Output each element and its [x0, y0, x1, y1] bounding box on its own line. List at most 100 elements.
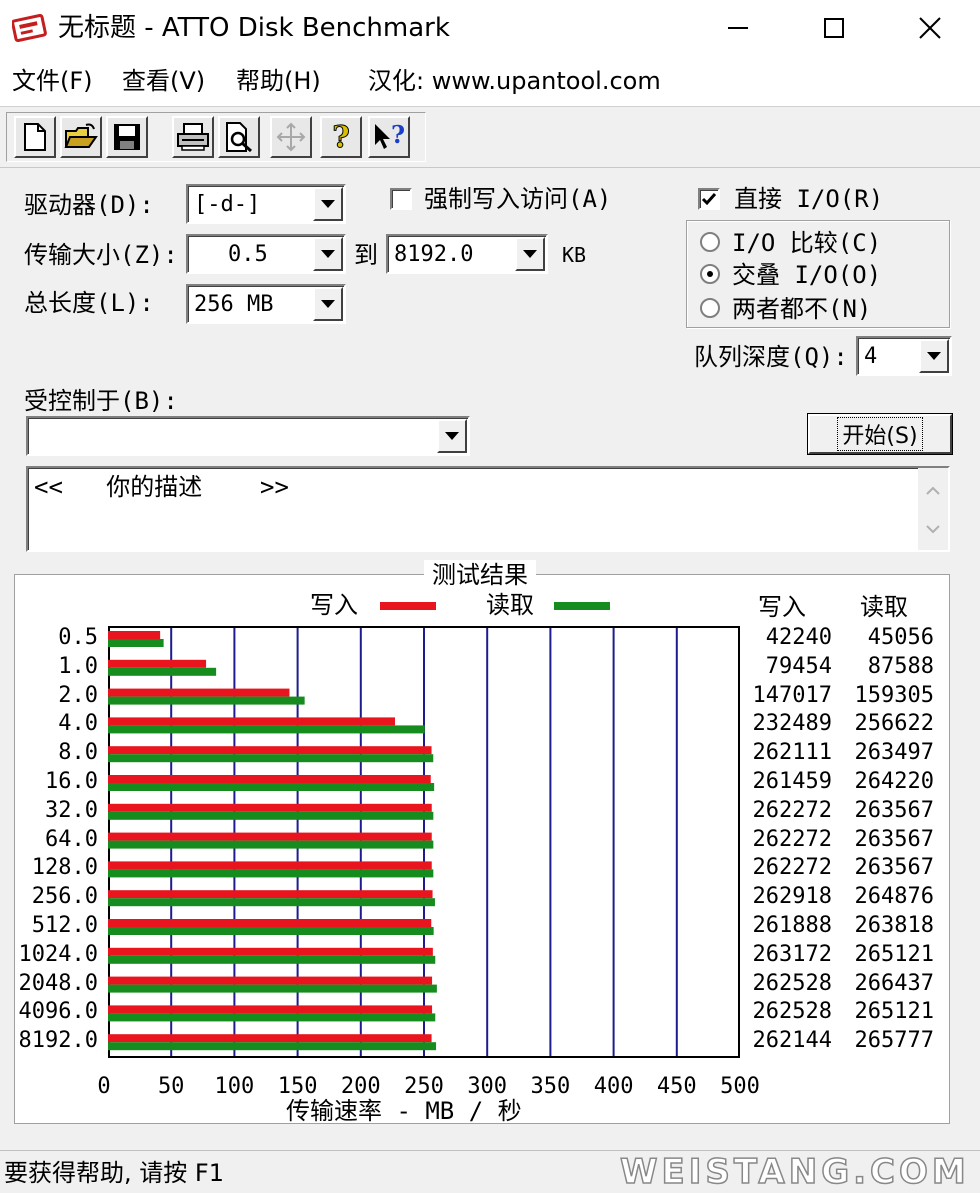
- menu-localization[interactable]: 汉化: www.upantool.com: [368, 64, 661, 98]
- x-tick-label: 500: [710, 1074, 770, 1100]
- read-bar: [108, 697, 305, 705]
- help-button[interactable]: ?: [320, 116, 362, 158]
- write-bar: [108, 861, 432, 869]
- write-value: 262528: [740, 970, 832, 998]
- total-length-value: 256 MB: [194, 286, 273, 322]
- menu-help[interactable]: 帮助(H): [236, 64, 321, 98]
- transfer-size-label: 1024.0: [0, 941, 98, 969]
- x-tick-label: 50: [141, 1074, 201, 1100]
- write-value: 262528: [740, 998, 832, 1026]
- help-icon: ?: [329, 121, 353, 153]
- context-help-icon: ?: [372, 121, 406, 153]
- transfer-size-label: 256.0: [0, 883, 98, 911]
- start-button[interactable]: 开始(S): [808, 414, 952, 454]
- write-value: 262272: [740, 854, 832, 882]
- read-bar: [108, 956, 435, 964]
- save-icon: [112, 122, 142, 152]
- window-title: 无标题 - ATTO Disk Benchmark: [58, 12, 450, 44]
- write-bar: [108, 689, 289, 697]
- read-value: 266437: [840, 970, 934, 998]
- watermark: WEISTANG.COM: [620, 1152, 970, 1192]
- description-text: << 你的描述 >>: [34, 472, 289, 502]
- new-icon: [22, 122, 48, 152]
- transfer-size-label: 8192.0: [0, 1027, 98, 1055]
- write-bar: [108, 833, 432, 841]
- write-value: 262144: [740, 1027, 832, 1055]
- total-length-combo[interactable]: 256 MB: [186, 284, 346, 324]
- controlled-by-combo[interactable]: [26, 416, 470, 456]
- close-button[interactable]: [900, 6, 960, 50]
- queue-depth-dropdown-button[interactable]: [919, 339, 949, 373]
- transfer-size-label: 4.0: [0, 710, 98, 738]
- x-tick-label: 100: [204, 1074, 264, 1100]
- read-value: 87588: [840, 653, 934, 681]
- transfer-size-label: 32.0: [0, 797, 98, 825]
- transfer-to-value: 8192.0: [394, 236, 473, 272]
- write-value: 262111: [740, 739, 832, 767]
- read-value: 256622: [840, 710, 934, 738]
- force-write-checkbox[interactable]: [390, 188, 412, 210]
- x-tick-label: 350: [520, 1074, 580, 1100]
- check-icon: [700, 190, 718, 208]
- menu-file[interactable]: 文件(F): [12, 64, 93, 98]
- read-bar: [108, 812, 433, 820]
- write-value: 262272: [740, 826, 832, 854]
- read-value: 263567: [840, 797, 934, 825]
- total-length-dropdown-button[interactable]: [313, 287, 343, 321]
- transfer-to-combo[interactable]: 8192.0: [386, 234, 548, 274]
- read-value: 45056: [840, 624, 934, 652]
- drive-dropdown-button[interactable]: [313, 187, 343, 221]
- total-length-label: 总长度(L):: [24, 288, 154, 318]
- radio-overlap-io[interactable]: [700, 264, 720, 284]
- write-bar: [108, 919, 431, 927]
- transfer-from-combo[interactable]: 0.5: [186, 234, 346, 274]
- radio-io-compare[interactable]: [700, 232, 720, 252]
- radio-io-compare-label: I/O 比较(C): [732, 228, 881, 258]
- controlled-by-dropdown-button[interactable]: [437, 419, 467, 453]
- legend-read-label: 读取: [486, 590, 534, 620]
- write-bar: [108, 717, 395, 725]
- minimize-icon: [726, 16, 750, 40]
- transfer-size-label: 2.0: [0, 682, 98, 710]
- transfer-size-label: 传输大小(Z):: [24, 240, 178, 270]
- move-button[interactable]: [270, 116, 312, 158]
- svg-text:?: ?: [391, 121, 405, 149]
- new-button[interactable]: [14, 116, 56, 158]
- description-textarea[interactable]: << 你的描述 >>: [26, 466, 950, 552]
- read-bar: [108, 754, 433, 762]
- transfer-size-label: 2048.0: [0, 970, 98, 998]
- status-text: 要获得帮助, 请按 F1: [4, 1158, 224, 1188]
- description-scrollbar[interactable]: [918, 468, 948, 550]
- open-button[interactable]: [60, 116, 102, 158]
- results-title: 测试结果: [424, 560, 536, 590]
- x-tick-label: 450: [647, 1074, 707, 1100]
- print-preview-button[interactable]: [218, 116, 260, 158]
- transfer-size-label: 8.0: [0, 739, 98, 767]
- transfer-from-dropdown-button[interactable]: [313, 237, 343, 271]
- queue-depth-label: 队列深度(Q):: [694, 342, 848, 372]
- menu-view[interactable]: 查看(V): [122, 64, 205, 98]
- minimize-button[interactable]: [708, 6, 768, 50]
- transfer-to-dropdown-button[interactable]: [515, 237, 545, 271]
- context-help-button[interactable]: ?: [368, 116, 410, 158]
- x-tick-label: 400: [584, 1074, 644, 1100]
- write-bar: [108, 948, 433, 956]
- print-button[interactable]: [172, 116, 214, 158]
- drive-combo[interactable]: [-d-]: [186, 184, 346, 224]
- open-icon: [64, 123, 98, 151]
- radio-neither[interactable]: [700, 298, 720, 318]
- save-button[interactable]: [106, 116, 148, 158]
- queue-depth-combo[interactable]: 4: [856, 336, 952, 376]
- direct-io-checkbox[interactable]: [698, 188, 720, 210]
- write-value: 262272: [740, 797, 832, 825]
- write-bar: [108, 804, 432, 812]
- read-value: 265777: [840, 1027, 934, 1055]
- read-bar: [108, 841, 433, 849]
- transfer-size-label: 1.0: [0, 653, 98, 681]
- maximize-button[interactable]: [804, 6, 864, 50]
- write-bar: [108, 660, 206, 668]
- write-value: 79454: [740, 653, 832, 681]
- app-icon[interactable]: [12, 12, 48, 44]
- start-button-label: 开始(S): [837, 417, 922, 451]
- print-icon: [176, 122, 210, 152]
